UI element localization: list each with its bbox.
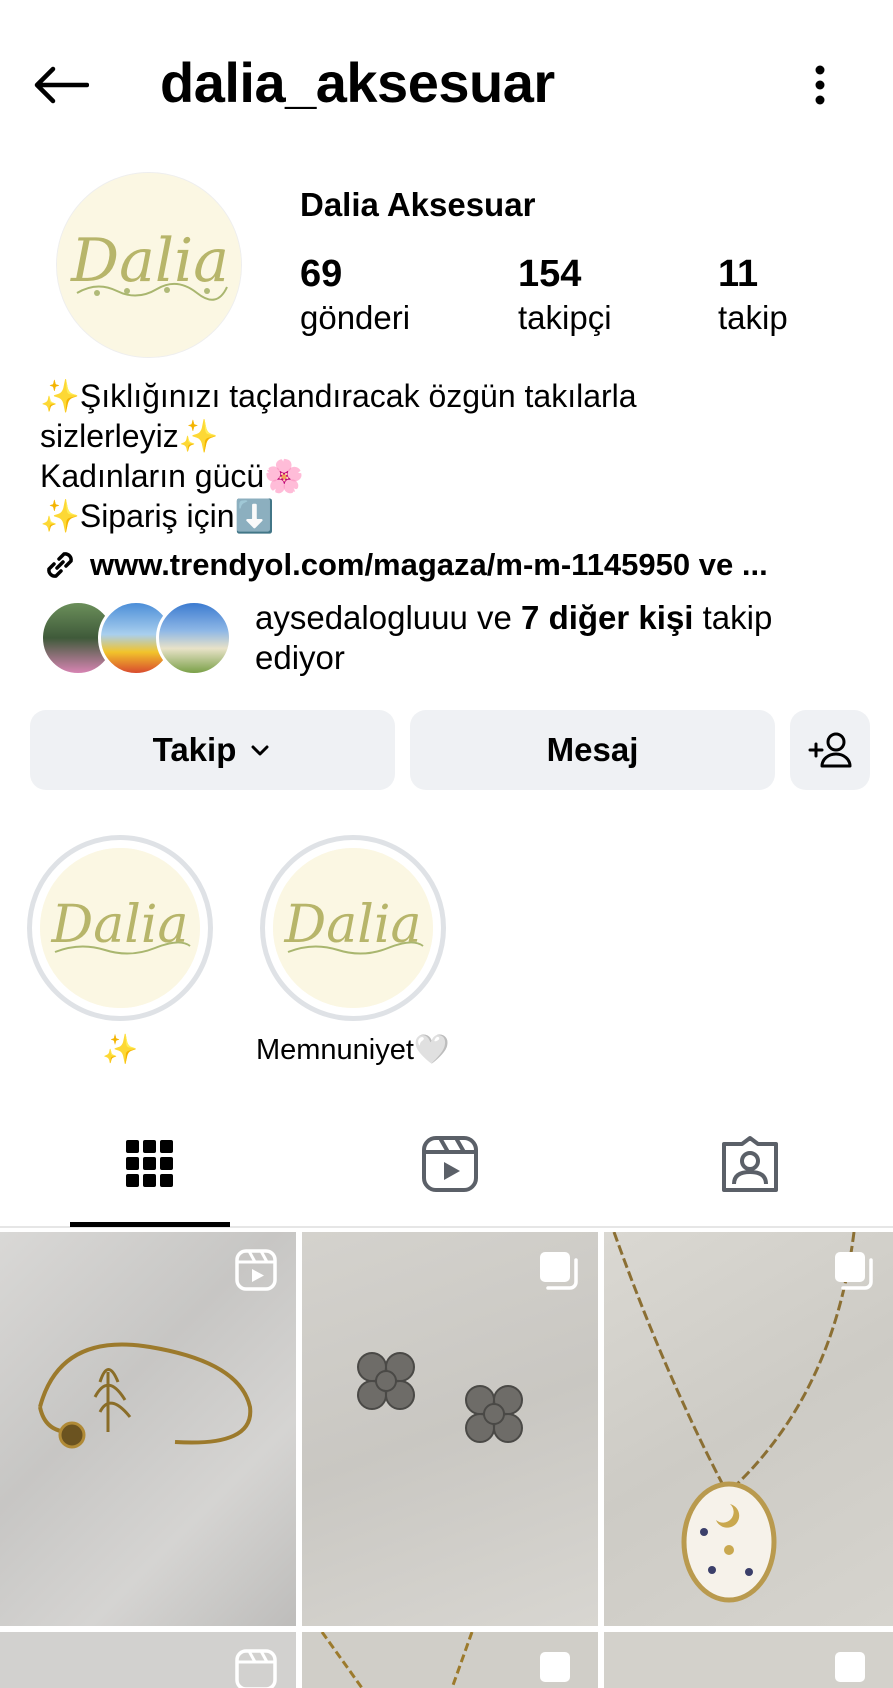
posts-grid xyxy=(0,1232,893,1688)
carousel-badge-icon xyxy=(540,1652,570,1682)
tagged-icon xyxy=(722,1136,778,1192)
highlight-label: ✨ xyxy=(101,1034,139,1066)
top-bar: dalia_aksesuar xyxy=(0,0,893,170)
profile-username: dalia_aksesuar xyxy=(160,51,555,114)
link-icon xyxy=(47,552,73,578)
highlight-item[interactable]: Dalia Memnuniyet🤍 xyxy=(253,835,453,1067)
profile-tabs xyxy=(0,1118,893,1228)
display-name: Dalia Aksesuar xyxy=(300,186,536,223)
carousel-badge-icon xyxy=(835,1652,865,1682)
story-highlights: Dalia ✨ Dalia Memnuniyet🤍 xyxy=(0,835,893,1075)
stat-followers[interactable]: 154 takipçi xyxy=(518,252,612,340)
post-thumbnail[interactable] xyxy=(0,1632,296,1688)
bio-line: ✨Sipariş için⬇️ xyxy=(40,498,275,534)
post-thumbnail[interactable] xyxy=(302,1232,598,1626)
bio-line: Kadınların gücü🌸 xyxy=(40,458,304,494)
reels-icon xyxy=(422,1136,478,1192)
more-options-icon[interactable] xyxy=(800,58,840,112)
posts-count: 69 xyxy=(300,253,343,295)
bio-line: ✨Şıklığınızı taçlandıracak özgün takılar… xyxy=(40,378,637,414)
followers-count: 154 xyxy=(518,253,582,295)
mutual-follower-name: aysedalogluuu xyxy=(255,599,468,636)
chevron-down-icon xyxy=(251,745,269,756)
profile-bio: ✨Şıklığınızı taçlandıracak özgün takılar… xyxy=(40,376,860,536)
highlight-ring: Dalia xyxy=(27,835,213,1021)
follow-button[interactable]: Takip xyxy=(30,710,395,790)
suggest-user-button[interactable] xyxy=(790,710,870,790)
followers-label: takipçi xyxy=(518,299,612,336)
mutual-avatar xyxy=(156,600,232,676)
add-person-icon xyxy=(808,732,852,768)
tab-posts[interactable] xyxy=(70,1134,230,1224)
carousel-badge-icon xyxy=(835,1252,873,1290)
reels-badge-icon xyxy=(235,1249,277,1291)
reels-badge-icon xyxy=(235,1649,277,1688)
post-thumbnail[interactable] xyxy=(604,1632,893,1688)
grid-icon xyxy=(126,1140,173,1187)
bio-line: sizlerleyiz✨ xyxy=(40,418,219,454)
profile-avatar[interactable]: Dalia xyxy=(56,172,242,358)
followed-by-connector: ve xyxy=(467,599,522,636)
posts-label: gönderi xyxy=(300,299,411,336)
mutual-avatars xyxy=(40,600,240,676)
highlight-ring: Dalia xyxy=(260,835,446,1021)
highlight-label: Memnuniyet🤍 xyxy=(255,1034,451,1066)
active-tab-indicator xyxy=(70,1222,230,1227)
highlight-cover-text: Dalia xyxy=(51,895,189,955)
following-label: takip xyxy=(718,299,788,336)
highlight-cover-text: Dalia xyxy=(284,895,422,955)
avatar-logo-text: Dalia xyxy=(70,226,229,296)
following-count: 11 xyxy=(718,253,759,295)
profile-link[interactable]: www.trendyol.com/magaza/m-m-1145950 ve .… xyxy=(40,542,860,588)
profile-actions: Takip Mesaj xyxy=(30,710,870,790)
carousel-badge-icon xyxy=(540,1252,578,1290)
followed-by-text: aysedalogluuu ve 7 diğer kişi takip ediy… xyxy=(255,598,855,678)
follow-button-label: Takip xyxy=(152,731,237,768)
highlight-cover: Dalia xyxy=(273,848,433,1008)
profile-link-text[interactable]: www.trendyol.com/magaza/m-m-1145950 ve .… xyxy=(90,547,768,583)
back-arrow-icon[interactable] xyxy=(28,58,92,112)
tab-tagged[interactable] xyxy=(670,1134,830,1224)
post-thumbnail[interactable] xyxy=(302,1632,598,1688)
followed-by[interactable]: aysedalogluuu ve 7 diğer kişi takip ediy… xyxy=(40,598,860,678)
stat-following[interactable]: 11 takip xyxy=(718,252,788,340)
stat-posts[interactable]: 69 gönderi xyxy=(300,252,410,340)
post-thumbnail[interactable] xyxy=(0,1232,296,1626)
tab-reels[interactable] xyxy=(370,1134,530,1224)
highlight-cover: Dalia xyxy=(40,848,200,1008)
followed-by-others: 7 diğer kişi xyxy=(521,599,694,636)
highlight-item[interactable]: Dalia ✨ xyxy=(20,835,220,1067)
post-thumbnail[interactable] xyxy=(604,1232,893,1626)
message-button-label: Mesaj xyxy=(546,731,639,768)
message-button[interactable]: Mesaj xyxy=(410,710,775,790)
